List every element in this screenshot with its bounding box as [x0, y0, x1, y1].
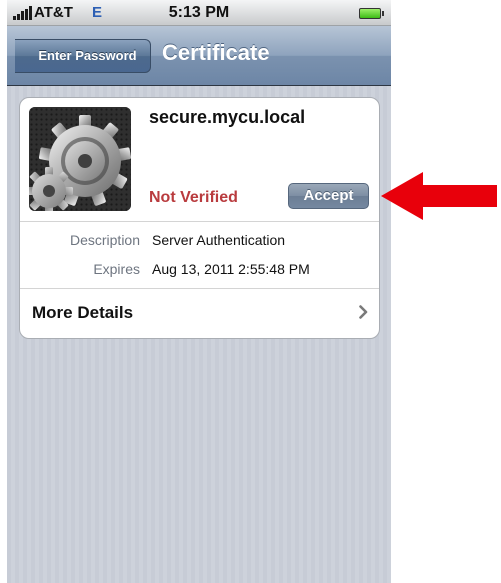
expires-label: Expires — [93, 261, 140, 277]
expires-value: Aug 13, 2011 2:55:48 PM — [152, 261, 310, 277]
red-arrow-icon — [381, 172, 497, 220]
navigation-bar: Enter Password Certificate — [7, 26, 391, 86]
chevron-right-icon — [359, 305, 368, 319]
gears-icon — [29, 107, 131, 211]
status-time: 5:13 PM — [168, 4, 230, 21]
phone-screen: AT&T E 5:13 PM Enter Password Certificat… — [7, 0, 391, 583]
divider — [20, 221, 379, 222]
verification-status: Not Verified — [149, 189, 238, 206]
back-button[interactable]: Enter Password — [15, 39, 151, 73]
back-button-label: Enter Password — [38, 48, 137, 63]
status-bar: AT&T E 5:13 PM — [7, 0, 391, 26]
certificate-card: secure.mycu.local Not Verified Accept De… — [19, 97, 380, 339]
certificate-name: secure.mycu.local — [149, 107, 306, 127]
page-title: Certificate — [162, 40, 270, 65]
description-label: Description — [69, 232, 140, 248]
more-details-label: More Details — [32, 303, 134, 322]
battery-icon — [359, 8, 384, 19]
description-value: Server Authentication — [152, 232, 286, 248]
accept-button[interactable]: Accept — [288, 183, 369, 209]
more-details-row[interactable]: More Details — [20, 288, 379, 338]
